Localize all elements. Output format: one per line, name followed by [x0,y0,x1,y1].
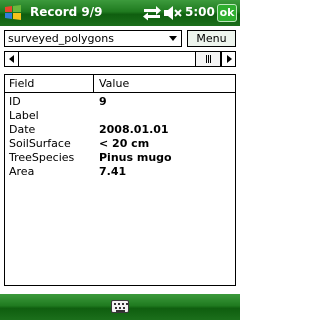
field-name: ID [9,95,21,108]
grip-line [210,55,211,63]
column-header-field[interactable]: Field [9,77,34,90]
clock-time[interactable]: 5:00 [185,5,215,19]
list-header: Field Value [5,75,235,93]
scroll-left-button[interactable] [5,52,19,66]
windows-start-icon[interactable] [4,4,22,22]
bottom-menu-bar [0,294,240,320]
table-row[interactable]: Area 7.41 [5,165,235,179]
window-title: Record 9/9 [30,5,103,19]
key-dot [118,303,120,305]
table-row[interactable]: Date 2008.01.01 [5,123,235,137]
ok-button[interactable]: ok [217,4,237,22]
grip-line [206,55,207,63]
field-value: Pinus mugo [99,151,172,164]
table-row[interactable]: ID 9 [5,95,235,109]
field-value: 2008.01.01 [99,123,169,136]
field-name: TreeSpecies [9,151,75,164]
chevron-down-icon[interactable] [169,36,177,41]
key-dot [122,303,124,305]
field-value: < 20 cm [99,137,150,150]
title-bar: Record 9/9 5:00 ok [0,0,240,26]
arrow-left-icon [9,55,14,63]
scroll-right-button[interactable] [221,52,235,66]
field-name: SoilSurface [9,137,71,150]
field-value: 7.41 [99,165,127,178]
layer-select[interactable]: surveyed_polygons [4,30,182,47]
table-row[interactable]: Label [5,109,235,123]
key-dot [119,307,121,309]
key-dot [126,303,128,305]
arrow-right-icon [227,55,232,63]
menu-button[interactable]: Menu [187,30,236,47]
table-row[interactable]: TreeSpecies Pinus mugo [5,151,235,165]
key-dot [115,307,117,309]
key-dot [114,303,116,305]
key-dot [123,307,125,309]
scroll-thumb[interactable] [195,52,221,66]
volume-muted-icon[interactable] [162,4,182,22]
attribute-list[interactable]: Field Value ID 9 Label Date 2008.01.01 S… [4,74,236,286]
field-value: 9 [99,95,107,108]
space-key [116,310,125,312]
connectivity-icon[interactable] [142,4,162,22]
field-name: Label [9,109,39,122]
field-name: Area [9,165,35,178]
table-row[interactable]: SoilSurface < 20 cm [5,137,235,151]
keyboard-icon[interactable] [111,300,129,313]
column-divider[interactable] [93,75,94,92]
layer-select-value: surveyed_polygons [8,32,114,45]
horizontal-scrollbar[interactable] [4,51,236,67]
grip-line [208,55,209,63]
column-header-value[interactable]: Value [99,77,129,90]
field-name: Date [9,123,36,136]
